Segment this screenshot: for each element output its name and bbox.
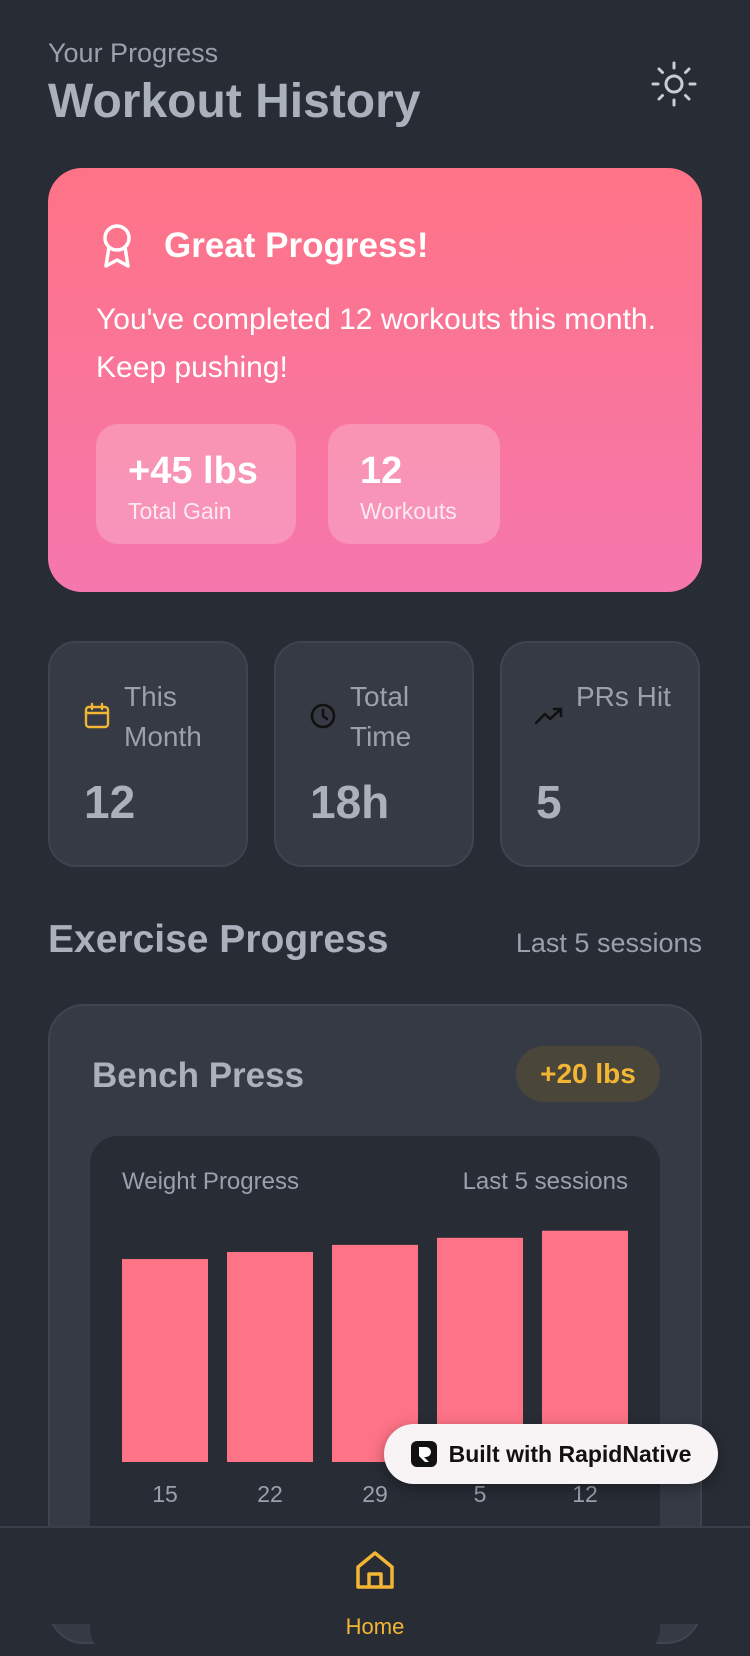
gain-badge: +20 lbs [516, 1046, 660, 1102]
workouts-pill: 12 Workouts [328, 424, 500, 544]
x-tick-label: 5 [474, 1481, 487, 1507]
stat-card-prs-hit: PRs Hit 5 [500, 641, 700, 867]
nav-label-home: Home [345, 1614, 405, 1639]
bar-15 [122, 1259, 208, 1462]
hero-message: You've completed 12 workouts this month.… [96, 303, 656, 384]
trending-up-icon [534, 707, 563, 725]
stat-label: Total Time [350, 681, 412, 752]
section-subtitle: Last 5 sessions [515, 928, 702, 958]
chart-subtitle: Last 5 sessions [462, 1168, 628, 1195]
home-icon [356, 1551, 394, 1589]
hero-title: Great Progress! [164, 226, 429, 265]
pill-value: 12 [360, 450, 403, 492]
hero-header: Great Progress! [98, 222, 429, 270]
exercise-name: Bench Press [92, 1056, 305, 1095]
pill-label: Workouts [360, 498, 457, 524]
bottom-nav: Home [0, 1526, 750, 1639]
x-tick-label: 12 [572, 1481, 598, 1507]
x-tick-label: 29 [362, 1481, 388, 1507]
clock-icon [310, 703, 336, 729]
total-gain-pill: +45 lbs Total Gain [96, 424, 296, 544]
nav-item-home[interactable]: Home [330, 1542, 420, 1639]
bar-22 [227, 1251, 313, 1462]
stat-value: 18h [310, 776, 390, 828]
pill-label: Total Gain [128, 498, 232, 524]
section-title: Exercise Progress [48, 918, 389, 961]
stat-card-total-time: Total Time 18h [274, 641, 474, 867]
page-title: Workout History [48, 75, 421, 128]
theme-toggle-button[interactable] [650, 60, 698, 108]
x-tick-label: 15 [152, 1481, 178, 1507]
stat-label: PRs Hit [576, 681, 671, 712]
stat-value: 12 [84, 776, 136, 828]
chart-label: Weight Progress [122, 1168, 299, 1195]
built-with-rapidnative-badge[interactable]: Built with RapidNative [384, 1424, 718, 1484]
rapidnative-logo-icon [410, 1441, 437, 1467]
stat-card-this-month: This Month 12 [48, 641, 248, 867]
calendar-icon [84, 702, 110, 729]
progress-hero-card: Great Progress! You've completed 12 work… [48, 168, 702, 592]
pill-value: +45 lbs [128, 450, 258, 492]
award-icon [103, 224, 131, 268]
stat-value: 5 [536, 776, 562, 828]
stat-label: This Month [124, 681, 202, 752]
x-tick-label: 22 [257, 1481, 283, 1507]
sun-icon [651, 61, 697, 107]
page-subtitle: Your Progress [48, 38, 219, 68]
header: Your Progress Workout History [48, 36, 704, 132]
badge-text: Built with RapidNative [448, 1440, 692, 1467]
